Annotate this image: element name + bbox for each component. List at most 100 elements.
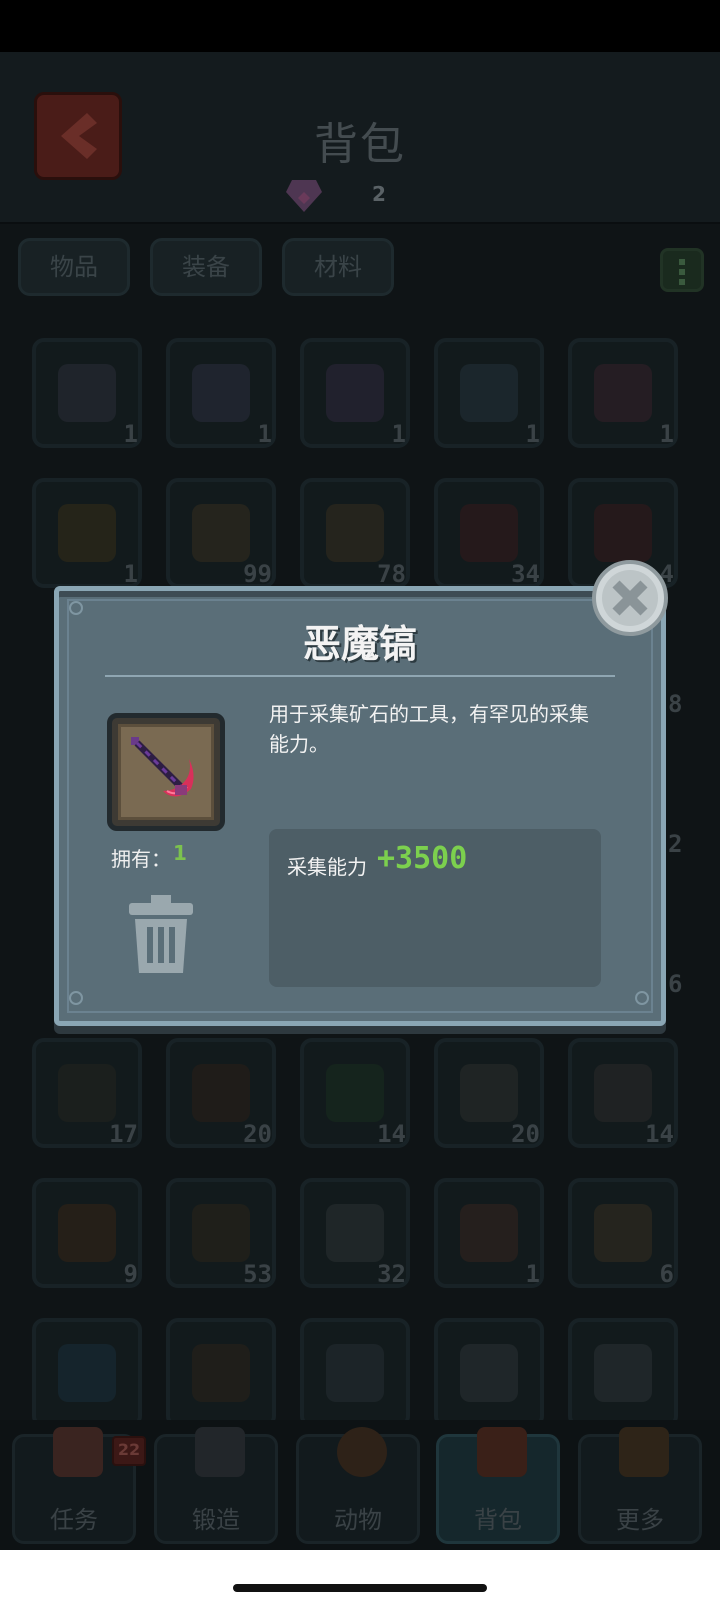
item-icon (594, 1204, 652, 1262)
inventory-slot[interactable]: 78 (300, 478, 410, 588)
item-count: 14 (377, 1120, 406, 1148)
hammer-icon (195, 1427, 245, 1477)
item-icon (192, 364, 250, 422)
bottom-nav: 任务 锻造 动物 背包 更多 (0, 1420, 720, 1550)
item-icon (326, 364, 384, 422)
item-count: 6 (659, 1260, 674, 1288)
item-count: 1 (123, 560, 138, 588)
item-icon (192, 1064, 250, 1122)
item-count: 1 (391, 420, 406, 448)
inventory-slot[interactable]: 14 (568, 1038, 678, 1148)
inventory-slot[interactable]: 9 (32, 1178, 142, 1288)
inventory-slot[interactable] (166, 1318, 276, 1428)
close-icon[interactable] (590, 558, 670, 638)
item-icon (594, 1064, 652, 1122)
inventory-slot[interactable]: 1 (434, 338, 544, 448)
item-icon (326, 1344, 384, 1402)
inventory-slot[interactable]: 20 (166, 1038, 276, 1148)
item-slot (107, 713, 225, 831)
item-icon (460, 1204, 518, 1262)
trash-icon[interactable] (125, 893, 197, 977)
inventory-slot[interactable]: 1 (32, 338, 142, 448)
item-icon (594, 364, 652, 422)
inventory-slot[interactable]: 6 (568, 1178, 678, 1288)
nav-label: 更多 (616, 1506, 664, 1534)
nav-label: 背包 (474, 1506, 522, 1534)
inventory-slot[interactable]: 17 (32, 1038, 142, 1148)
nav-animals[interactable]: 动物 (296, 1427, 420, 1544)
item-count: 1 (123, 420, 138, 448)
item-count: 1 (257, 420, 272, 448)
inventory-slot[interactable]: 1 (166, 338, 276, 448)
item-icon (460, 1064, 518, 1122)
item-description: 用于采集矿石的工具，有罕见的采集能力。 (269, 702, 589, 756)
rivet (635, 991, 649, 1005)
inventory-slot[interactable]: 1 (434, 1178, 544, 1288)
demon-pickaxe-icon (131, 737, 194, 797)
nav-label: 任务 (50, 1506, 98, 1534)
stat-box: 采集能力 +3500 (269, 829, 601, 987)
item-count: 99 (243, 560, 272, 588)
inventory-slot[interactable]: 53 (166, 1178, 276, 1288)
item-count: 78 (377, 560, 406, 588)
backpack-icon (477, 1427, 527, 1477)
item-count: 1 (659, 420, 674, 448)
item-icon (58, 1204, 116, 1262)
item-detail-dialog: 恶魔镐 拥有： 1 用于采集矿石的工具，有罕见的采集能力。 采集能力 +3500 (54, 586, 666, 1026)
inventory-slot[interactable]: 14 (300, 1038, 410, 1148)
home-bar (0, 1550, 720, 1600)
nav-forge[interactable]: 锻造 (154, 1427, 278, 1544)
inventory-slot[interactable] (568, 1318, 678, 1428)
inventory-slot[interactable]: 1 (32, 478, 142, 588)
item-count: 1 (525, 420, 540, 448)
nav-backpack[interactable]: 背包 (436, 1427, 560, 1544)
item-icon (460, 1344, 518, 1402)
item-count: 53 (243, 1260, 272, 1288)
item-icon (326, 504, 384, 562)
animal-icon (337, 1427, 387, 1477)
inventory-slot[interactable]: 1 (568, 338, 678, 448)
inventory-slot[interactable] (32, 1318, 142, 1428)
item-count: 20 (243, 1120, 272, 1148)
inventory-slot[interactable]: 34 (434, 478, 544, 588)
item-icon (58, 1344, 116, 1402)
home-indicator[interactable] (233, 1584, 487, 1592)
item-count: 9 (123, 1260, 138, 1288)
task-badge: 22 (112, 1436, 146, 1466)
item-icon (594, 1344, 652, 1402)
item-icon (58, 364, 116, 422)
item-slot-inner (118, 724, 214, 820)
item-count: 14 (645, 1120, 674, 1148)
task-book-icon (53, 1427, 103, 1477)
stat-label: 采集能力 (287, 855, 367, 879)
item-count: 34 (511, 560, 540, 588)
owned-count: 1 (173, 841, 187, 865)
item-icon (326, 1064, 384, 1122)
inventory-slot[interactable]: 1 (300, 338, 410, 448)
rivet (69, 991, 83, 1005)
item-icon (58, 504, 116, 562)
item-count: 2 (668, 830, 683, 858)
inventory-slot[interactable] (300, 1318, 410, 1428)
inventory-slot[interactable]: 32 (300, 1178, 410, 1288)
item-icon (460, 364, 518, 422)
item-count: 20 (511, 1120, 540, 1148)
item-icon (594, 504, 652, 562)
item-icon (326, 1204, 384, 1262)
item-icon (460, 504, 518, 562)
item-count: 32 (377, 1260, 406, 1288)
item-count: 1 (525, 1260, 540, 1288)
inventory-slot[interactable] (434, 1318, 544, 1428)
nav-more[interactable]: 更多 (578, 1427, 702, 1544)
nav-label: 动物 (334, 1506, 382, 1534)
item-name: 恶魔镐 (302, 622, 417, 666)
item-count: 8 (668, 690, 683, 718)
inventory-slot[interactable]: 99 (166, 478, 276, 588)
inventory-slot[interactable]: 20 (434, 1038, 544, 1148)
nav-label: 锻造 (192, 1506, 240, 1534)
item-icon (58, 1064, 116, 1122)
item-count: 17 (109, 1120, 138, 1148)
divider (105, 675, 615, 677)
item-count: 6 (668, 970, 683, 998)
item-icon (192, 1204, 250, 1262)
